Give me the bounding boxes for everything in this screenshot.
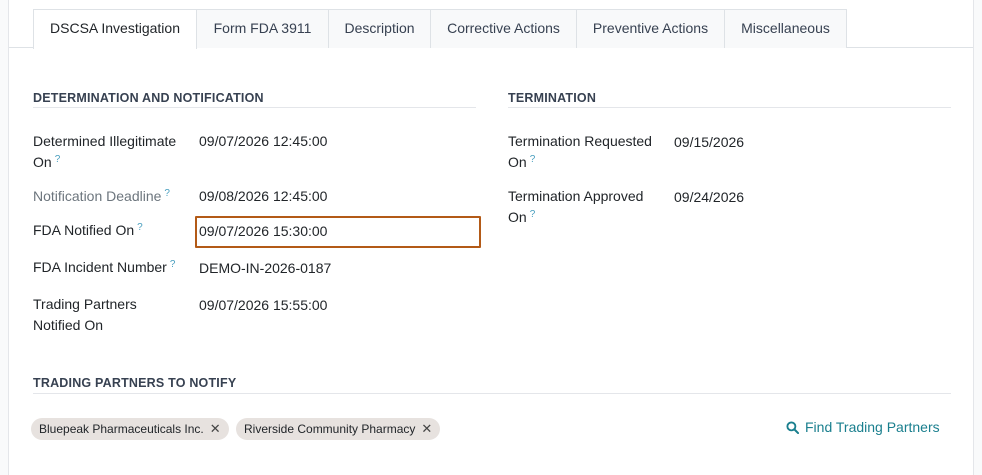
termination-requested-label: Termination Requested On?	[508, 131, 668, 173]
label-text: FDA Notified On	[33, 222, 135, 238]
tab-description[interactable]: Description	[328, 9, 431, 48]
help-tooltip-icon[interactable]: ?	[164, 188, 170, 199]
trading-partners-notified-label: Trading Partners Notified On	[33, 294, 193, 336]
determined-illegitimate-label: Determined Illegitimate On?	[33, 131, 193, 173]
trading-partners-section-title: TRADING PARTNERS TO NOTIFY	[33, 376, 237, 390]
determination-section-title: DETERMINATION AND NOTIFICATION	[33, 91, 264, 105]
termination-section-title: TERMINATION	[508, 91, 597, 105]
find-trading-partners-label: Find Trading Partners	[805, 419, 940, 435]
help-tooltip-icon[interactable]: ?	[530, 209, 536, 220]
tag-label: Bluepeak Pharmaceuticals Inc.	[39, 422, 204, 436]
termination-approved-label: Termination Approved On?	[508, 186, 668, 228]
remove-tag-icon[interactable]: ✕	[421, 421, 432, 436]
determined-illegitimate-value[interactable]: 09/07/2026 12:45:00	[199, 131, 327, 152]
tag-bluepeak-pharmaceuticals: Bluepeak Pharmaceuticals Inc. ✕	[31, 418, 229, 440]
section-divider	[508, 107, 951, 108]
tab-dscsa-investigation[interactable]: DSCSA Investigation	[33, 9, 197, 49]
section-divider	[33, 393, 951, 394]
search-icon	[786, 421, 799, 434]
form-sheet: DSCSA Investigation Form FDA 3911 Descri…	[8, 0, 974, 475]
label-line-2: Notified On	[33, 317, 104, 333]
trading-partners-notified-value[interactable]: 09/07/2026 15:55:00	[199, 295, 327, 316]
notification-deadline-label: Notification Deadline?	[33, 186, 170, 207]
tab-corrective-actions[interactable]: Corrective Actions	[430, 9, 577, 48]
notification-deadline-value: 09/08/2026 12:45:00	[199, 188, 328, 204]
tab-form-fda-3911[interactable]: Form FDA 3911	[196, 9, 329, 48]
termination-requested-value[interactable]: 09/15/2026	[674, 132, 744, 153]
find-trading-partners-button[interactable]: Find Trading Partners	[786, 419, 940, 435]
help-tooltip-icon[interactable]: ?	[137, 222, 143, 233]
label-line-2: On	[33, 154, 52, 170]
tag-riverside-community-pharmacy: Riverside Community Pharmacy ✕	[236, 418, 441, 440]
fda-incident-number-label: FDA Incident Number?	[33, 257, 175, 278]
label-text: Notification Deadline	[33, 188, 162, 204]
label-line-2: On	[508, 154, 527, 170]
tag-label: Riverside Community Pharmacy	[244, 422, 416, 436]
tab-miscellaneous[interactable]: Miscellaneous	[724, 9, 847, 48]
notebook-tabs: DSCSA Investigation Form FDA 3911 Descri…	[9, 9, 973, 49]
label-line-1: Determined Illegitimate	[33, 133, 177, 149]
label-line-2: On	[508, 209, 527, 225]
fda-incident-number-value[interactable]: DEMO-IN-2026-0187	[199, 258, 331, 279]
help-tooltip-icon[interactable]: ?	[170, 259, 176, 270]
remove-tag-icon[interactable]: ✕	[210, 421, 221, 436]
label-line-1: Termination Requested	[508, 133, 652, 149]
fda-notified-on-input[interactable]: 09/07/2026 15:30:00	[199, 221, 327, 242]
label-text: FDA Incident Number	[33, 259, 167, 275]
section-divider	[33, 107, 476, 108]
label-line-1: Trading Partners	[33, 296, 137, 312]
termination-approved-value[interactable]: 09/24/2026	[674, 187, 744, 208]
tab-preventive-actions[interactable]: Preventive Actions	[576, 9, 725, 48]
fda-notified-on-label: FDA Notified On?	[33, 220, 143, 241]
help-tooltip-icon[interactable]: ?	[530, 154, 536, 165]
help-tooltip-icon[interactable]: ?	[55, 154, 61, 165]
label-line-1: Termination Approved	[508, 188, 644, 204]
